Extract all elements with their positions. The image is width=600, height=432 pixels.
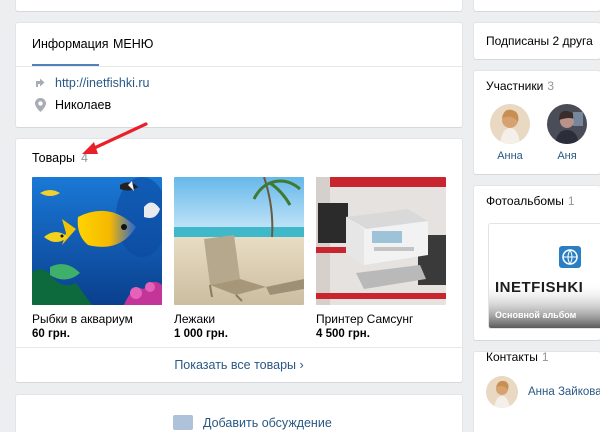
discussion-card: Добавить обсуждение [16,395,462,432]
avatar[interactable] [490,104,530,144]
contacts-card: Контакты 1 Анна Зайкова [474,350,600,432]
link-arrow-icon [33,76,47,90]
good-name[interactable]: Рыбки в аквариум [32,312,162,326]
member-name[interactable]: Аня [545,150,589,162]
good-photo-loungers[interactable] [174,177,304,305]
avatar[interactable] [547,104,587,144]
album-brand-text: INETFISHKI [495,279,584,296]
good-item-aquarium[interactable]: Рыбки в аквариум 60 грн. [32,177,162,340]
good-photo-aquarium[interactable] [32,177,162,305]
add-discussion-label: Добавить обсуждение [203,415,332,430]
goods-card: Товары 4 Рыбки в аквариум 60 грн. Лежаки… [16,139,462,382]
member-name[interactable]: Анна [488,150,532,162]
album-image: INETFISHKI Основной альбом [489,224,600,328]
albums-header[interactable]: Фотоальбомы 1 [486,194,575,208]
avatar[interactable] [486,376,518,408]
member-item[interactable]: Аня [545,104,589,162]
wall-top-card [16,0,462,11]
subscribers-text[interactable]: Подписаны 2 друга [486,34,593,48]
members-count: 3 [547,79,555,93]
goods-header[interactable]: Товары 4 [32,151,88,165]
contacts-count: 1 [541,350,549,364]
tab-info[interactable]: Информация [32,37,109,51]
albums-title: Фотоальбомы [486,194,564,208]
goods-count: 4 [81,151,88,165]
active-tab-indicator [32,64,99,66]
good-photo-printer[interactable] [316,177,446,305]
goods-title: Товары [32,151,75,165]
tab-menu[interactable]: МЕНЮ [113,37,153,51]
album-cover[interactable]: INETFISHKI Основной альбом [489,224,600,328]
contact-item[interactable]: Анна Зайкова [486,376,600,408]
good-item-loungers[interactable]: Лежаки 1 000 грн. [174,177,304,340]
good-name[interactable]: Принтер Самсунг [316,312,446,326]
good-price: 1 000 грн. [174,328,228,340]
info-card: Информация МЕНЮ http://inetfishki.ru Ник… [16,23,462,127]
sidebar-top-card [474,0,600,11]
albums-count: 1 [567,194,575,208]
city-text: Николаев [55,98,112,112]
info-tabs: Информация МЕНЮ [16,23,462,67]
members-header[interactable]: Участники 3 [486,79,554,93]
subscribers-card[interactable]: Подписаны 2 друга [474,23,600,59]
info-row-site: http://inetfishki.ru [33,76,150,90]
discussion-icon [173,415,193,430]
contact-name[interactable]: Анна Зайкова [528,386,600,398]
member-item[interactable]: Анна [488,104,532,162]
good-item-printer[interactable]: Принтер Самсунг 4 500 грн. [316,177,446,340]
members-card: Участники 3 Анна Аня [474,71,600,174]
album-name[interactable]: Основной альбом [495,310,576,320]
albums-card: Фотоальбомы 1 INETFISHKI Основной альбом [474,186,600,340]
info-row-city: Николаев [33,98,111,112]
show-all-goods-link[interactable]: Показать все товары › [174,358,303,372]
site-link[interactable]: http://inetfishki.ru [55,76,150,90]
members-title: Участники [486,79,544,93]
good-price: 4 500 грн. [316,328,370,340]
good-name[interactable]: Лежаки [174,312,304,326]
location-pin-icon [33,98,47,112]
good-price: 60 грн. [32,328,70,340]
contacts-header[interactable]: Контакты 1 [486,350,549,364]
contacts-title: Контакты [486,350,538,364]
goods-footer: Показать все товары › [16,347,462,382]
add-discussion-button[interactable]: Добавить обсуждение [173,415,332,430]
